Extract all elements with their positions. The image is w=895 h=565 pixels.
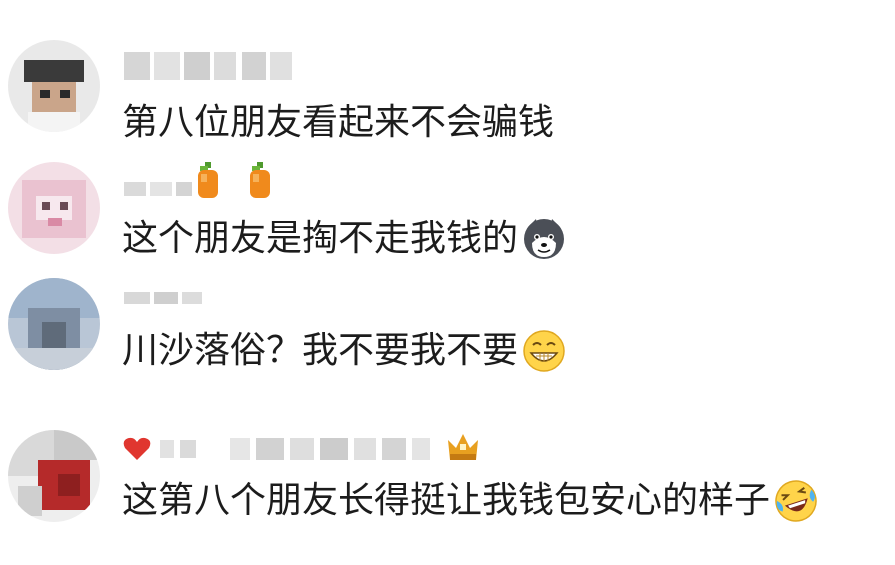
grinning-teeth-emoji	[523, 330, 565, 372]
crown-icon	[448, 434, 478, 460]
laughing-tears-emoji	[775, 480, 817, 522]
comment-text: 这个朋友是掏不走我钱的	[122, 218, 519, 259]
heart-icon	[123, 437, 151, 460]
avatar[interactable]	[8, 278, 100, 370]
comment-text: 这第八个朋友长得挺让我钱包安心的样子	[122, 480, 771, 521]
orange-fruit-icon	[198, 162, 218, 198]
username-blurred[interactable]	[160, 436, 440, 464]
comment-text: 第八位朋友看起来不会骗钱	[122, 102, 555, 143]
username-blurred[interactable]	[124, 52, 294, 80]
avatar[interactable]	[8, 430, 100, 522]
avatar[interactable]	[8, 40, 100, 132]
orange-fruit-icon	[250, 162, 270, 198]
username-blurred[interactable]	[124, 286, 204, 314]
comment-text: 川沙落俗？我不要我不要	[122, 330, 519, 371]
avatar[interactable]	[8, 162, 100, 254]
username-blurred[interactable]	[124, 176, 194, 204]
husky-doge-emoji	[524, 219, 565, 259]
